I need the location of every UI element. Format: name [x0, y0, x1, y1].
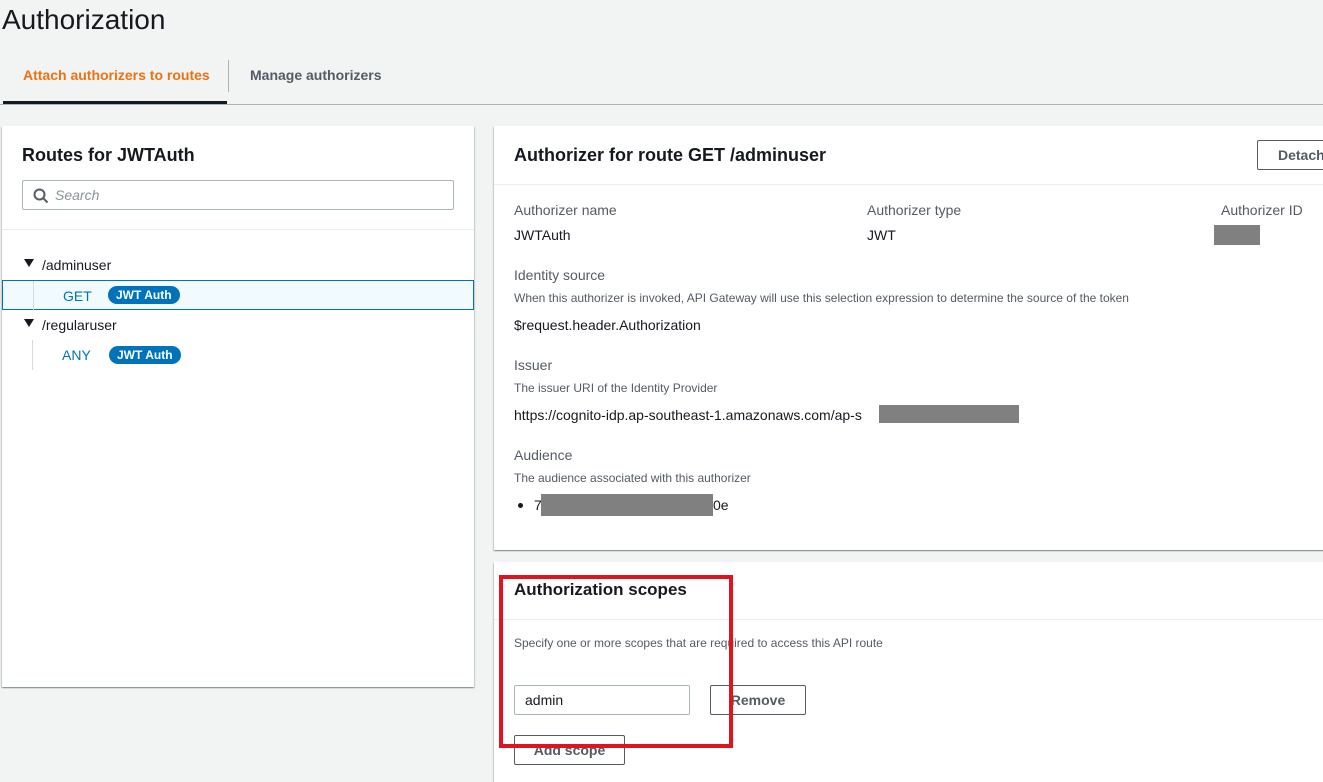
header-divider	[494, 184, 1323, 185]
tree-line	[33, 281, 34, 311]
caret-down-icon[interactable]	[24, 259, 34, 267]
audience-value-suffix: 0e	[713, 497, 729, 513]
routes-divider	[2, 229, 474, 230]
method-label: GET	[63, 288, 92, 304]
authorizer-id-label: Authorizer ID	[1221, 202, 1303, 218]
audience-bullet	[518, 503, 523, 508]
audience-redacted	[541, 494, 713, 516]
detach-button[interactable]: Detach	[1257, 140, 1323, 170]
route-method-get[interactable]: GET JWT Auth	[2, 280, 474, 311]
identity-source-value: $request.header.Authorization	[514, 317, 701, 333]
identity-source-label: Identity source	[514, 267, 606, 283]
scopes-description: Specify one or more scopes that are requ…	[514, 636, 883, 650]
remove-scope-button[interactable]: Remove	[710, 685, 806, 715]
issuer-label: Issuer	[514, 357, 553, 373]
scopes-panel-title: Authorization scopes	[514, 580, 687, 599]
page-title: Authorization	[2, 4, 166, 35]
audience-description: The audience associated with this author…	[514, 471, 751, 485]
authorizer-name-value: JWTAuth	[514, 227, 571, 243]
tab-separator	[228, 60, 229, 92]
caret-down-icon[interactable]	[24, 319, 34, 327]
authorizer-type-label: Authorizer type	[867, 202, 962, 218]
issuer-redacted	[879, 405, 1019, 423]
identity-source-description: When this authorizer is invoked, API Gat…	[514, 291, 1129, 305]
route-regularuser[interactable]: /regularuser	[2, 310, 474, 340]
jwt-auth-badge: JWT Auth	[108, 286, 180, 304]
authorizer-name-label: Authorizer name	[514, 202, 617, 218]
jwt-auth-badge: JWT Auth	[109, 346, 181, 364]
tab-attach-authorizers[interactable]: Attach authorizers to routes	[23, 56, 210, 104]
active-tab-indicator	[3, 101, 227, 104]
scope-input[interactable]	[514, 685, 690, 715]
route-path-label: /regularuser	[42, 317, 117, 333]
issuer-description: The issuer URI of the Identity Provider	[514, 381, 718, 395]
search-input[interactable]	[55, 186, 435, 204]
routes-panel-title: Routes for JWTAuth	[22, 145, 195, 165]
audience-label: Audience	[514, 447, 573, 463]
scopes-header-divider	[494, 619, 1323, 620]
route-path-label: /adminuser	[42, 257, 112, 273]
authorizer-type-value: JWT	[867, 227, 896, 243]
tab-bar: Attach authorizers to routes Manage auth…	[0, 56, 1323, 105]
authorizer-details-panel: Authorizer for route GET /adminuser Deta…	[494, 126, 1323, 550]
tree-line	[32, 340, 33, 370]
issuer-value: https://cognito-idp.ap-southeast-1.amazo…	[514, 407, 862, 423]
method-label: ANY	[62, 347, 91, 363]
route-adminuser[interactable]: /adminuser	[2, 250, 474, 280]
search-icon	[33, 188, 49, 204]
authorizer-panel-title: Authorizer for route GET /adminuser	[514, 145, 827, 165]
authorization-scopes-panel: Authorization scopes Specify one or more…	[494, 562, 1323, 782]
tab-manage-authorizers[interactable]: Manage authorizers	[250, 56, 381, 104]
search-box[interactable]	[22, 180, 454, 210]
route-method-any[interactable]: ANY JWT Auth	[2, 340, 474, 370]
add-scope-button[interactable]: Add scope	[514, 735, 625, 765]
routes-panel: Routes for JWTAuth /adminuser GET JWT Au…	[2, 126, 474, 687]
authorizer-id-redacted	[1214, 225, 1260, 245]
